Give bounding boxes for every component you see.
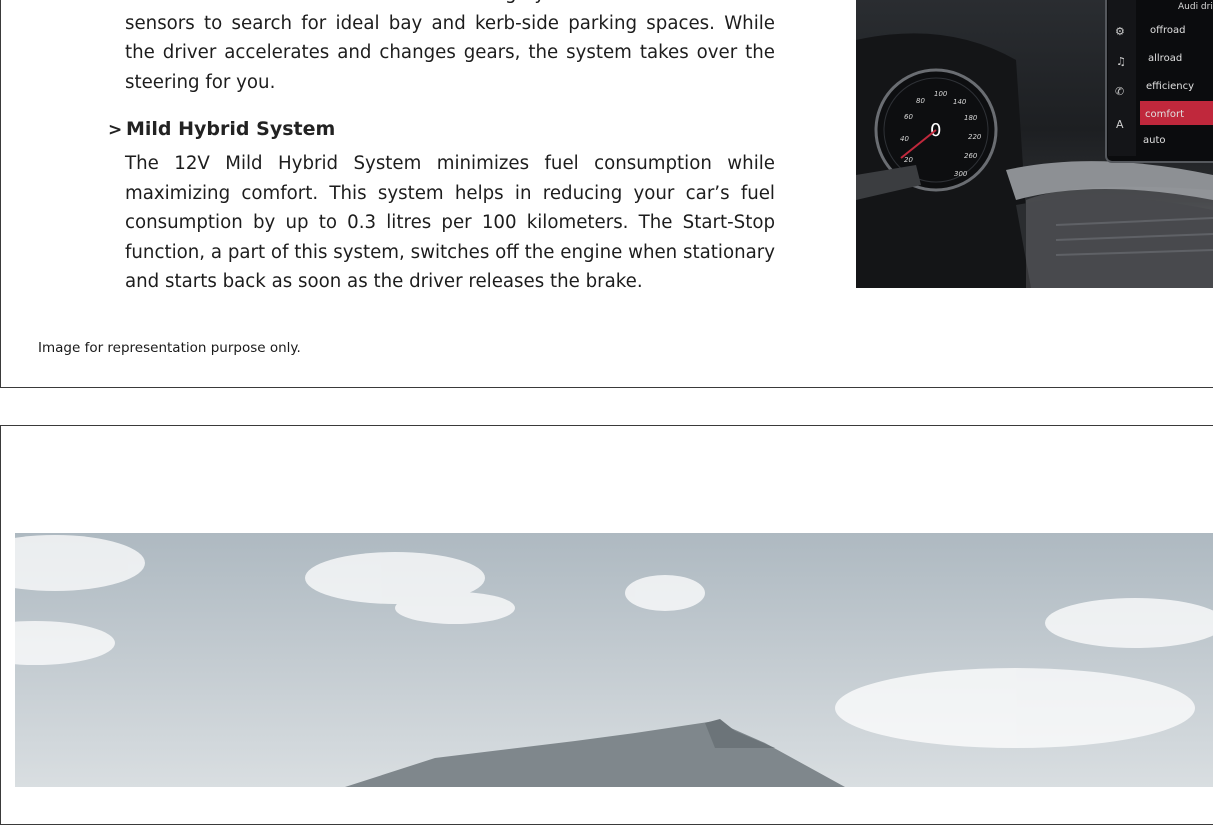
drive-mode-item: auto <box>1143 135 1166 146</box>
parking-assist-paragraph: Assist. It works in tandem with the Park… <box>125 0 775 93</box>
tick-label: 40 <box>900 135 909 143</box>
image-disclaimer: Image for representation purpose only. <box>38 340 301 356</box>
drive-mode-item: offroad <box>1150 25 1186 36</box>
drive-mode-item: efficiency <box>1146 81 1194 92</box>
dashboard-image: 20 40 60 80 100 140 180 220 260 300 0 ⚙ <box>856 0 1213 288</box>
feature-heading-text: Mild Hybrid System <box>126 118 336 140</box>
tick-label: 300 <box>954 170 968 178</box>
drive-menu-header: Audi dri <box>1178 2 1213 12</box>
mild-hybrid-heading: > Mild Hybrid System <box>108 118 335 140</box>
tick-label: 20 <box>904 156 913 164</box>
tick-label: 60 <box>904 113 913 121</box>
settings-icon: ⚙ <box>1115 25 1125 38</box>
mild-hybrid-paragraph: The 12V Mild Hybrid System minimizes fue… <box>125 153 775 292</box>
chevron-right-icon: > <box>108 120 123 140</box>
tick-label: 260 <box>964 152 978 160</box>
navigation-icon: A <box>1116 118 1124 131</box>
drive-mode-item: allroad <box>1148 53 1182 64</box>
landscape-image <box>15 533 1213 787</box>
phone-icon: ✆ <box>1115 85 1124 98</box>
tick-label: 100 <box>934 90 948 98</box>
tick-label: 220 <box>968 133 982 141</box>
music-icon: ♫ <box>1116 55 1126 68</box>
tick-label: 80 <box>916 97 925 105</box>
dashboard-illustration: 20 40 60 80 100 140 180 220 260 300 0 ⚙ <box>856 0 1213 288</box>
tick-label: 180 <box>964 114 978 122</box>
tick-label: 140 <box>953 98 967 106</box>
drive-mode-item: comfort <box>1145 109 1184 120</box>
landscape-illustration <box>15 533 1213 787</box>
